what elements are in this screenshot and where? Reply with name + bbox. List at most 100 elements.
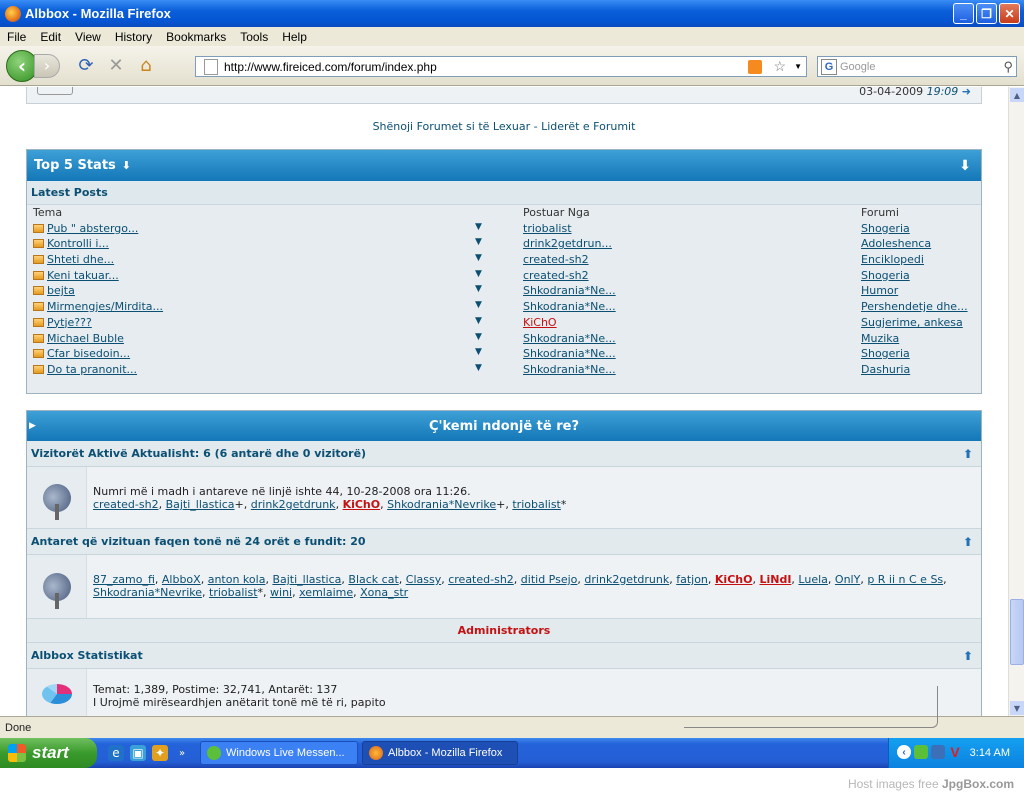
scroll-thumb[interactable] [1010,599,1024,665]
task-firefox[interactable]: Albbox - Mozilla Firefox [362,741,518,765]
menu-help[interactable]: Help [275,30,314,44]
author-link[interactable]: Shkodrania*Ne... [523,332,616,345]
user-link[interactable]: AlbboX [162,573,201,586]
tray-network-icon[interactable] [914,745,928,759]
restore-button[interactable]: ❐ [976,3,997,24]
goto-post-icon[interactable]: ▼ [475,222,482,232]
user-link[interactable]: ditid Psejo [521,573,578,586]
topic-link[interactable]: Kontrolli i... [47,237,109,250]
topic-link[interactable]: Pytje??? [47,316,92,329]
forum-link[interactable]: Dashuria [861,363,910,376]
user-link[interactable]: LiNdI [759,573,791,586]
goto-post-icon[interactable]: ▼ [475,300,482,310]
bookmark-star-icon[interactable]: ☆ [773,58,786,75]
topic-link[interactable]: Pub " abstergo... [47,222,138,235]
collapse-up-icon[interactable]: ⬆ [963,535,973,549]
user-link[interactable]: Black cat [348,573,398,586]
ie-icon[interactable]: e [108,745,124,761]
minimize-button[interactable]: _ [953,3,974,24]
collapse-up-icon[interactable]: ⬆ [963,649,973,663]
goto-post-icon[interactable]: ▼ [475,269,482,279]
author-link[interactable]: drink2getdrun... [523,237,612,250]
author-link[interactable]: Shkodrania*Ne... [523,300,616,313]
menu-tools[interactable]: Tools [233,30,275,44]
google-engine-icon[interactable]: G [821,58,837,75]
author-link[interactable]: Shkodrania*Ne... [523,347,616,360]
forum-link[interactable]: Muzika [861,332,899,345]
topic-link[interactable]: bejta [47,284,75,297]
goto-post-icon[interactable]: ▼ [475,253,482,263]
user-link[interactable]: drink2getdrunk [251,498,336,511]
scroll-down-arrow[interactable]: ▼ [1010,701,1024,715]
user-link[interactable]: Classy [406,573,441,586]
goto-post-icon[interactable]: ▼ [475,284,482,294]
user-link[interactable]: fatjon [676,573,708,586]
more-icon[interactable]: » [174,745,190,761]
user-link[interactable]: triobalist [209,586,258,599]
search-icon[interactable]: ⚲ [1003,59,1013,75]
user-link[interactable]: Bajti_llastica [272,573,341,586]
goto-post-icon[interactable]: ▼ [475,363,482,373]
desktop-icon[interactable]: ▣ [130,745,146,761]
author-link[interactable]: created-sh2 [523,269,589,282]
close-button[interactable]: ✕ [999,3,1020,24]
user-link[interactable]: Shkodrania*Nevrike [93,586,202,599]
forum-links[interactable]: Shënoji Forumet si të Lexuar - Liderët e… [0,120,1008,133]
topic-link[interactable]: Shteti dhe... [47,253,114,266]
menu-view[interactable]: View [68,30,108,44]
vertical-scrollbar[interactable]: ▲ ▼ [1008,87,1024,716]
rss-icon[interactable] [748,59,762,74]
menu-history[interactable]: History [108,30,159,44]
user-link[interactable]: created-sh2 [448,573,514,586]
url-dropdown-icon[interactable]: ▼ [794,62,802,71]
forward-button[interactable]: › [34,53,60,78]
author-link[interactable]: created-sh2 [523,253,589,266]
user-link[interactable]: OnlY [835,573,860,586]
stop-icon[interactable]: ✕ [104,54,128,78]
user-link[interactable]: KiChO [715,573,753,586]
goto-post-icon[interactable]: ▼ [475,347,482,357]
user-link[interactable]: anton kola [208,573,266,586]
author-link[interactable]: Shkodrania*Ne... [523,363,616,376]
user-link[interactable]: Xona_str [360,586,408,599]
collapse-arrow-icon[interactable]: ⬇ [122,159,131,172]
forum-link[interactable]: Shogeria [861,347,910,360]
forum-link[interactable]: Shogeria [861,269,910,282]
user-link[interactable]: Bajti_llastica [166,498,235,511]
administrators-label[interactable]: Administrators [27,619,981,643]
tray-antivirus-icon[interactable]: V [948,744,962,760]
goto-post-icon[interactable]: ▼ [475,237,482,247]
user-link[interactable]: created-sh2 [93,498,159,511]
tray-back-icon[interactable]: ‹ [897,745,911,759]
user-link[interactable]: Luela [798,573,827,586]
menu-bookmarks[interactable]: Bookmarks [159,30,233,44]
author-link[interactable]: triobalist [523,222,572,235]
topic-link[interactable]: Keni takuar... [47,269,119,282]
author-link[interactable]: KiChO [523,316,557,329]
user-link[interactable]: wini [270,586,292,599]
forum-link[interactable]: Humor [861,284,898,297]
user-link[interactable]: p R ii n C e Ss [867,573,943,586]
forum-link[interactable]: Enciklopedi [861,253,924,266]
goto-post-icon[interactable]: ▼ [475,332,482,342]
menu-file[interactable]: File [0,30,33,44]
search-box[interactable]: G Google ⚲ [817,56,1017,77]
start-button[interactable]: start [0,738,97,768]
forum-link[interactable]: Pershendetje dhe... [861,300,968,313]
goto-post-icon[interactable]: ▼ [475,316,482,326]
url-bar[interactable]: http://www.fireiced.com/forum/index.php … [195,56,807,77]
author-link[interactable]: Shkodrania*Ne... [523,284,616,297]
user-link[interactable]: Shkodrania*Nevrike [387,498,496,511]
user-link[interactable]: triobalist [512,498,561,511]
forum-link[interactable]: Sugjerime, ankesa [861,316,963,329]
user-link[interactable]: xemlaime [299,586,353,599]
collapse-up-icon[interactable]: ⬆ [963,447,973,461]
scroll-up-arrow[interactable]: ▲ [1010,88,1024,102]
topic-link[interactable]: Do ta pranonit... [47,363,137,376]
forum-link[interactable]: Shogeria [861,222,910,235]
media-icon[interactable]: ✦ [152,745,168,761]
forum-link[interactable]: Adoleshenca [861,237,931,250]
tray-display-icon[interactable] [931,745,945,759]
user-link[interactable]: 87_zamo_fi [93,573,155,586]
task-messenger[interactable]: Windows Live Messen... [200,741,358,765]
